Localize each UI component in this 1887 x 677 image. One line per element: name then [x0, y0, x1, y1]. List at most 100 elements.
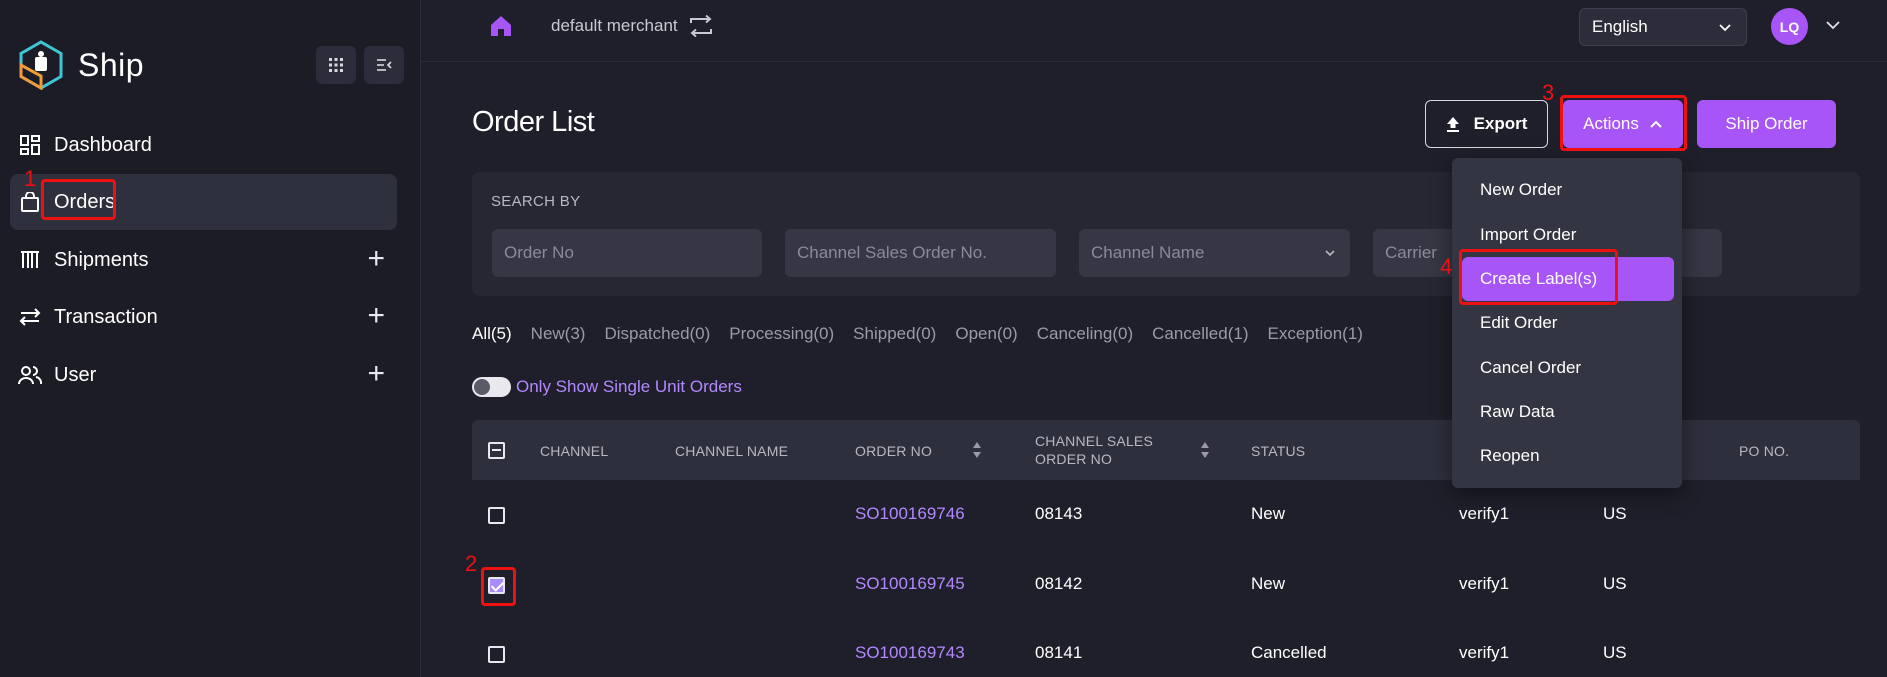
- channel-name-placeholder: Channel Name: [1091, 243, 1205, 262]
- logo[interactable]: Ship: [18, 40, 144, 90]
- single-unit-toggle-label[interactable]: Only Show Single Unit Orders: [516, 377, 742, 397]
- chevron-down-icon: [1719, 24, 1731, 32]
- tab-canceling[interactable]: Canceling(0): [1037, 324, 1133, 344]
- table-row[interactable]: SO100169743 08141 Cancelled verify1 US: [472, 619, 1860, 677]
- carrier-placeholder: Carrier: [1385, 243, 1437, 262]
- order-no-link[interactable]: SO100169746: [855, 504, 965, 524]
- page-title: Order List: [472, 106, 595, 138]
- cell-country: US: [1603, 574, 1627, 593]
- header-channel-name: CHANNEL NAME: [675, 443, 789, 459]
- expand-plus-icon[interactable]: +: [367, 301, 385, 331]
- ship-order-button[interactable]: Ship Order: [1697, 100, 1836, 148]
- top-bar: default merchant English LQ: [421, 0, 1887, 62]
- channel-sales-order-no: 08141: [1035, 643, 1083, 662]
- shopping-bag-icon: [18, 190, 42, 214]
- tab-exception[interactable]: Exception(1): [1268, 324, 1363, 344]
- annotation-box-1: [41, 179, 116, 220]
- menu-item-edit-order[interactable]: Edit Order: [1462, 301, 1674, 345]
- header-channel: CHANNEL: [540, 443, 609, 459]
- cell-country: US: [1603, 504, 1627, 523]
- table-row[interactable]: SO100169745 08142 New verify1 US: [472, 550, 1860, 618]
- cell-verify: verify1: [1459, 643, 1510, 662]
- tab-dispatched[interactable]: Dispatched(0): [604, 324, 710, 344]
- header-po-no: PO NO.: [1739, 443, 1790, 459]
- channel-sales-order-input[interactable]: Channel Sales Order No.: [785, 229, 1056, 277]
- transfer-icon: [18, 305, 42, 329]
- order-no-input[interactable]: Order No: [492, 229, 762, 277]
- order-no-placeholder: Order No: [504, 243, 574, 262]
- tab-cancelled[interactable]: Cancelled(1): [1152, 324, 1248, 344]
- tab-processing[interactable]: Processing(0): [729, 324, 834, 344]
- annotation-box-4: [1459, 249, 1618, 305]
- annotation-number-4: 4: [1440, 254, 1453, 279]
- status-tabs: All(5) New(3) Dispatched(0) Processing(0…: [472, 324, 1382, 344]
- chevron-down-icon[interactable]: [1825, 18, 1841, 32]
- expand-plus-icon[interactable]: +: [367, 359, 385, 389]
- menu-item-raw-data[interactable]: Raw Data: [1462, 390, 1674, 434]
- users-icon: [18, 363, 42, 387]
- order-status: New: [1251, 504, 1286, 523]
- select-all-checkbox[interactable]: [488, 442, 505, 459]
- annotation-box-2: [481, 567, 516, 606]
- menu-item-reopen[interactable]: Reopen: [1462, 434, 1674, 478]
- menu-item-cancel-order[interactable]: Cancel Order: [1462, 346, 1674, 390]
- annotation-number-3: 3: [1542, 80, 1555, 105]
- sidebar-item-transaction[interactable]: Transaction +: [10, 289, 397, 345]
- switch-merchant-icon[interactable]: [689, 15, 713, 37]
- sort-icon[interactable]: [972, 441, 982, 459]
- upload-icon: [1446, 117, 1459, 132]
- table-row[interactable]: SO100169746 08143 New verify1 US: [472, 480, 1860, 548]
- sidebar-item-dashboard[interactable]: Dashboard: [10, 117, 397, 173]
- warehouse-icon: [18, 248, 42, 272]
- collapse-sidebar-button[interactable]: [364, 46, 404, 84]
- annotation-number-1: 1: [24, 166, 37, 191]
- ship-logo-icon: [19, 40, 63, 90]
- sidebar: Ship Dashboard Orders Shipments + Transa…: [0, 0, 421, 677]
- cell-verify: verify1: [1459, 574, 1510, 593]
- channel-name-select[interactable]: Channel Name: [1079, 229, 1350, 277]
- order-status: Cancelled: [1251, 643, 1327, 662]
- header-channel-sales: CHANNEL SALES ORDER NO: [1035, 432, 1153, 468]
- single-unit-toggle[interactable]: [472, 377, 511, 397]
- tab-shipped[interactable]: Shipped(0): [853, 324, 936, 344]
- single-unit-toggle-row: Only Show Single Unit Orders: [472, 377, 742, 397]
- sort-icon[interactable]: [1200, 441, 1210, 459]
- export-button[interactable]: Export: [1425, 100, 1548, 148]
- header-status: STATUS: [1251, 443, 1306, 459]
- language-select[interactable]: English: [1579, 8, 1747, 46]
- row-checkbox[interactable]: [488, 507, 505, 524]
- tab-open[interactable]: Open(0): [955, 324, 1017, 344]
- apps-grid-button[interactable]: [316, 46, 356, 84]
- table-body: SO100169746 08143 New verify1 US SO10016…: [472, 480, 1860, 677]
- merchant-name: default merchant: [551, 16, 678, 35]
- collapse-menu-icon: [377, 59, 392, 71]
- order-status: New: [1251, 574, 1286, 593]
- order-no-link[interactable]: SO100169745: [855, 574, 965, 594]
- sidebar-item-label: Transaction: [54, 305, 158, 328]
- order-no-link[interactable]: SO100169743: [855, 643, 965, 663]
- home-icon[interactable]: [489, 14, 513, 38]
- row-checkbox[interactable]: [488, 646, 505, 663]
- annotation-box-3: [1560, 95, 1687, 151]
- sidebar-item-shipments[interactable]: Shipments +: [10, 232, 397, 288]
- cell-country: US: [1603, 643, 1627, 662]
- chevron-down-icon: [1325, 250, 1335, 257]
- avatar[interactable]: LQ: [1771, 8, 1808, 45]
- channel-sales-placeholder: Channel Sales Order No.: [797, 243, 987, 262]
- grid-icon: [329, 58, 343, 72]
- channel-sales-order-no: 08142: [1035, 574, 1083, 593]
- dashboard-icon: [18, 133, 42, 157]
- tab-all[interactable]: All(5): [472, 324, 512, 344]
- actions-dropdown-menu: New Order Import Order Create Label(s) E…: [1452, 158, 1682, 488]
- annotation-number-2: 2: [465, 551, 478, 576]
- sidebar-item-label: User: [54, 363, 97, 386]
- header-channel-sales-line1: CHANNEL SALES: [1035, 433, 1154, 449]
- header-order-no: ORDER NO: [855, 443, 933, 459]
- menu-item-new-order[interactable]: New Order: [1462, 168, 1674, 212]
- header-channel-sales-line2: ORDER NO: [1035, 451, 1113, 467]
- channel-sales-order-no: 08143: [1035, 504, 1083, 523]
- sidebar-item-user[interactable]: User +: [10, 347, 397, 403]
- sidebar-item-label: Dashboard: [54, 133, 152, 156]
- expand-plus-icon[interactable]: +: [367, 244, 385, 274]
- tab-new[interactable]: New(3): [531, 324, 586, 344]
